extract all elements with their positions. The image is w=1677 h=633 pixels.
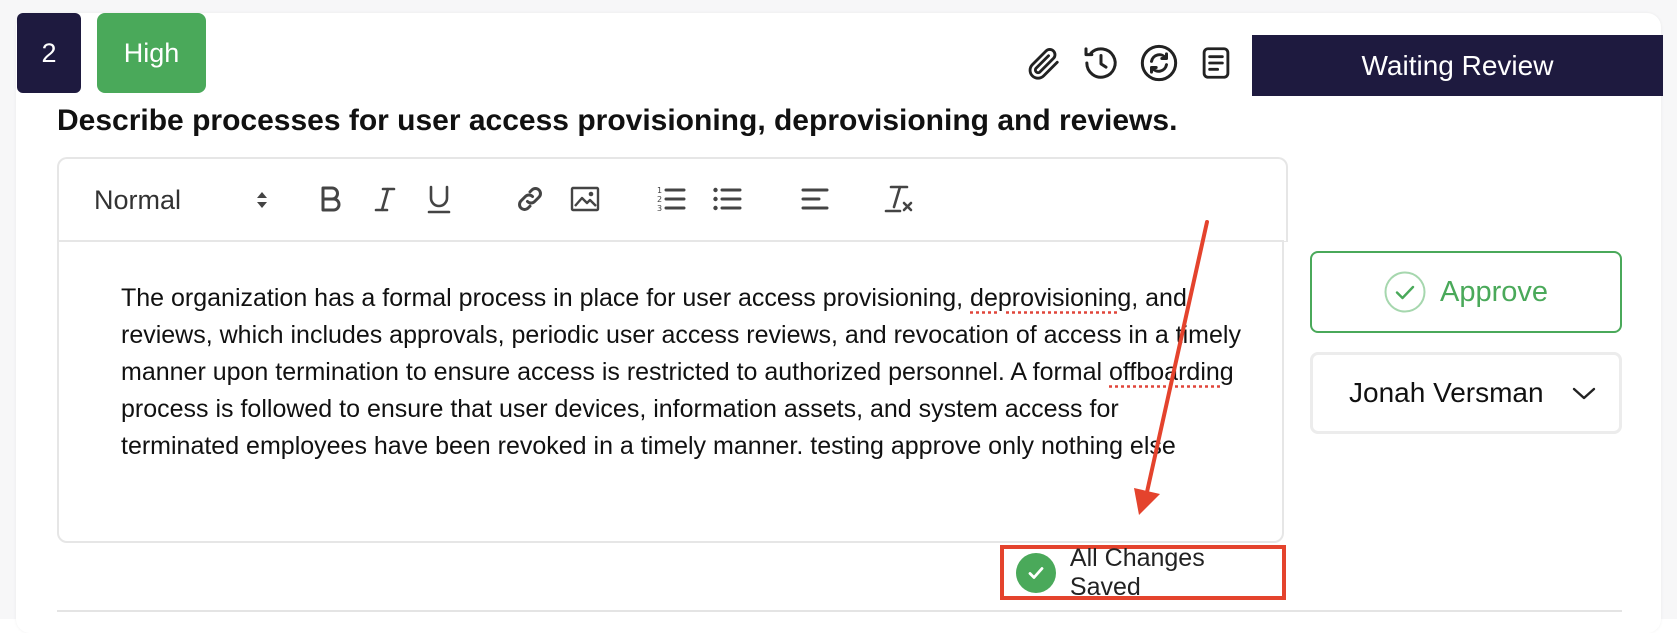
svg-text:3: 3 [657,204,662,213]
bullet-list-icon[interactable] [707,179,747,219]
chevron-down-icon [1572,387,1596,400]
text-format-value: Normal [94,184,182,215]
clear-format-icon[interactable] [879,179,919,219]
check-icon [1016,552,1056,593]
spellcheck-word: offboarding [1109,358,1234,386]
answer-editor[interactable]: The organization has a formal process in… [57,240,1284,543]
text-format-select[interactable]: Normal [94,180,269,220]
section-divider [57,610,1622,612]
save-status-label: All Changes Saved [1069,543,1205,601]
image-icon[interactable] [565,179,605,219]
ordered-list-icon[interactable]: 123 [651,179,691,219]
paperclip-icon[interactable] [1022,42,1064,84]
editor-toolbar: Normal 123 [57,157,1288,242]
select-arrows-icon [257,192,267,208]
check-circle-icon [1384,271,1426,313]
answer-text-part-1: The organization has a formal process in… [121,284,971,312]
question-title: Describe processes for user access provi… [57,104,1178,137]
status-banner: Waiting Review [1252,35,1663,96]
approve-button[interactable]: Approve [1310,251,1622,333]
align-icon[interactable] [795,179,835,219]
bold-icon[interactable] [311,179,351,219]
underline-icon[interactable] [419,179,459,219]
italic-icon[interactable] [365,179,405,219]
assignee-select[interactable]: Jonah Versman [1310,352,1622,434]
svg-text:1: 1 [657,186,662,195]
sync-icon[interactable] [1138,42,1180,84]
save-status: All Changes Saved [1000,543,1286,601]
answer-text-part-3: process is followed to ensure that user … [121,395,1176,460]
approve-label: Approve [1439,275,1548,308]
answer-text[interactable]: The organization has a formal process in… [121,280,1241,465]
document-icon[interactable] [1195,42,1237,84]
svg-text:2: 2 [657,195,662,204]
question-number-badge: 2 [17,13,81,93]
link-icon[interactable] [510,179,550,219]
history-icon[interactable] [1080,42,1122,84]
spellcheck-word: deprovisioning [970,284,1132,312]
priority-badge: High [97,13,206,93]
assignee-name: Jonah Versman [1349,377,1544,408]
